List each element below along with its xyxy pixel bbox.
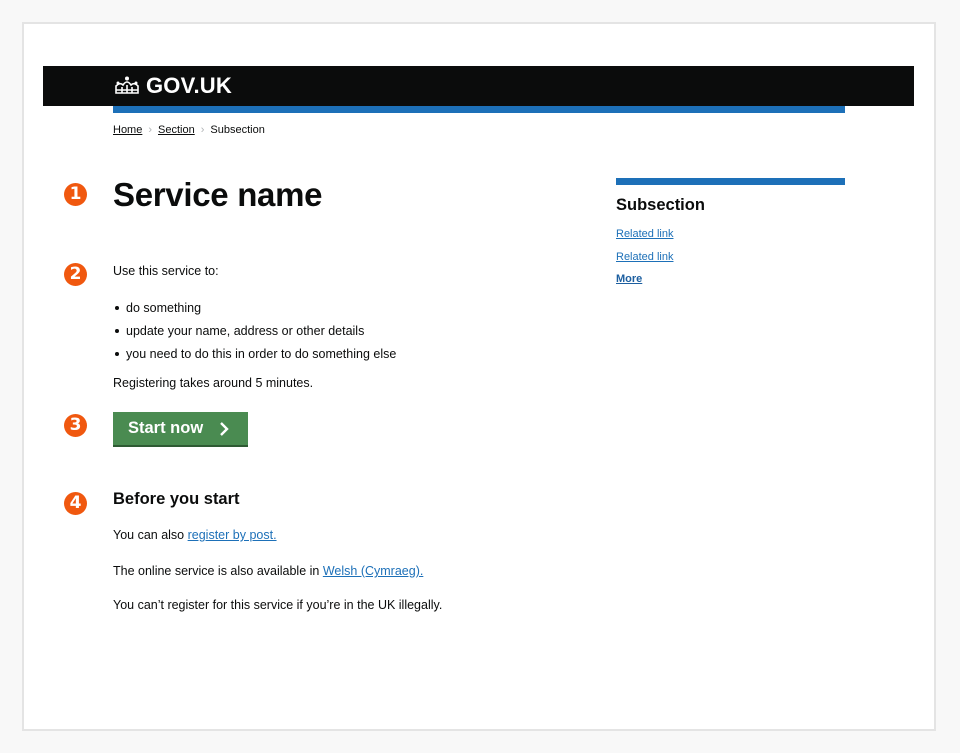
list-item-text: you need to do this in order to do somet…	[126, 346, 397, 361]
before-you-start-heading: Before you start	[113, 490, 240, 508]
annotation-badge-1: 1	[64, 183, 87, 206]
bullet-icon	[115, 305, 119, 310]
related-link-2[interactable]: Related link	[616, 251, 673, 263]
welsh-paragraph: The online service is also available in …	[113, 564, 423, 578]
service-list: do something update your name, address o…	[115, 296, 396, 365]
breadcrumb: Home › Section › Subsection	[113, 124, 265, 136]
bullet-icon	[115, 351, 119, 356]
more-link[interactable]: More	[616, 273, 642, 285]
chevron-right-icon: ›	[148, 124, 153, 136]
page-title: Service name	[113, 176, 323, 213]
chevron-right-icon	[219, 421, 229, 436]
register-by-post-link[interactable]: register by post.	[188, 528, 277, 542]
list-item: do something	[115, 296, 396, 319]
list-item-text: update your name, address or other detai…	[126, 323, 365, 338]
breadcrumb-current: Subsection	[210, 124, 265, 136]
annotation-badge-4: 4	[64, 492, 87, 515]
list-item: update your name, address or other detai…	[115, 319, 396, 342]
list-item: you need to do this in order to do somet…	[115, 342, 396, 365]
related-link-1[interactable]: Related link	[616, 228, 673, 240]
header-accent-bar	[113, 106, 845, 113]
annotation-badge-2: 2	[64, 263, 87, 286]
chevron-right-icon: ›	[200, 124, 205, 136]
start-now-button[interactable]: Start now	[113, 412, 248, 445]
breadcrumb-section[interactable]: Section	[158, 124, 195, 136]
sidebar-accent-bar	[616, 178, 845, 185]
bullet-icon	[115, 328, 119, 333]
start-button-label: Start now	[128, 419, 204, 437]
annotation-badge-3: 3	[64, 414, 87, 437]
crown-icon	[113, 75, 141, 97]
logo-text: GOV.UK	[146, 73, 232, 98]
eligibility-paragraph: You can’t register for this service if y…	[113, 598, 443, 612]
breadcrumb-home[interactable]: Home	[113, 124, 142, 136]
paragraph-text: You can also	[113, 528, 188, 542]
register-by-post-paragraph: You can also register by post.	[113, 528, 277, 542]
duration-text: Registering takes around 5 minutes.	[113, 376, 314, 390]
govuk-logo-link[interactable]: GOV.UK	[113, 73, 232, 99]
welsh-link[interactable]: Welsh (Cymraeg).	[323, 564, 423, 578]
list-item-text: do something	[126, 300, 202, 315]
paragraph-text: The online service is also available in	[113, 564, 323, 578]
intro-text: Use this service to:	[113, 264, 219, 278]
sidebar-title: Subsection	[616, 196, 705, 214]
